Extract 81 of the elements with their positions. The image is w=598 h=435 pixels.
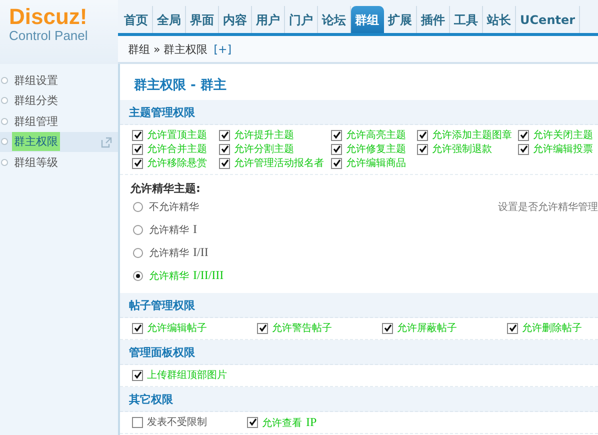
option-label[interactable]: 允许屏蔽帖子 bbox=[397, 321, 457, 335]
option-label[interactable]: 不允许精华 bbox=[149, 200, 199, 214]
nav-tab[interactable]: 群组 bbox=[351, 6, 384, 33]
section-header: 主题管理权限 bbox=[120, 100, 598, 125]
bullet-icon bbox=[1, 138, 8, 146]
checkbox[interactable] bbox=[382, 322, 393, 334]
option-label[interactable]: 允许精华 I/II bbox=[149, 245, 208, 260]
nav-tab[interactable]: 用户 bbox=[252, 6, 285, 33]
option-label[interactable]: 允许警告帖子 bbox=[272, 321, 332, 335]
radio-button[interactable] bbox=[133, 224, 143, 234]
option-label[interactable]: 发表不受限制 bbox=[147, 415, 207, 429]
option-label[interactable]: 允许合并主题 bbox=[147, 142, 207, 156]
checkbox[interactable] bbox=[417, 144, 428, 154]
checkbox[interactable] bbox=[257, 322, 268, 334]
checkbox[interactable] bbox=[247, 416, 258, 428]
radio-button[interactable] bbox=[133, 248, 143, 258]
bullet-icon bbox=[1, 76, 8, 84]
radio-button[interactable] bbox=[133, 202, 143, 212]
checkbox[interactable] bbox=[331, 158, 342, 168]
option-label[interactable]: 允许提升主题 bbox=[234, 128, 294, 142]
field-hint: 设置是否允许精华管理 bbox=[498, 200, 598, 214]
section-header: 管理面板权限 bbox=[120, 340, 598, 365]
nav-tab[interactable]: 插件 bbox=[417, 6, 450, 33]
option-label[interactable]: 允许移除悬赏 bbox=[147, 156, 207, 170]
option-label[interactable]: 允许查看 IP bbox=[262, 414, 317, 430]
checkbox[interactable] bbox=[132, 370, 143, 380]
nav-tab[interactable]: 工具 bbox=[450, 6, 483, 33]
section-header: 其它权限 bbox=[120, 387, 598, 412]
option-label[interactable]: 允许管理活动报名者 bbox=[234, 156, 324, 170]
checkbox[interactable] bbox=[518, 130, 529, 140]
option-label[interactable]: 允许分割主题 bbox=[234, 142, 294, 156]
checkbox[interactable] bbox=[219, 158, 230, 168]
checkbox[interactable] bbox=[331, 144, 342, 154]
option-label[interactable]: 允许编辑投票 bbox=[533, 142, 593, 156]
checkbox[interactable] bbox=[219, 130, 230, 140]
sidebar-item[interactable]: 群组分类 bbox=[12, 91, 60, 110]
brand-logo: Discuz! bbox=[9, 6, 88, 28]
sidebar-item[interactable]: 群组等级 bbox=[12, 152, 60, 172]
checkbox[interactable] bbox=[507, 322, 518, 334]
checkbox[interactable] bbox=[132, 144, 143, 154]
option-label[interactable]: 允许修复主题 bbox=[346, 142, 406, 156]
option-label[interactable]: 允许精华 I bbox=[149, 222, 197, 237]
nav-tab[interactable]: 内容 bbox=[219, 6, 252, 33]
checkbox[interactable] bbox=[132, 158, 143, 168]
nav-tab[interactable]: 首页 bbox=[120, 6, 153, 33]
checkbox[interactable] bbox=[132, 130, 143, 140]
nav-tab[interactable]: 界面 bbox=[186, 6, 219, 33]
section-header: 帖子管理权限 bbox=[120, 293, 598, 318]
page-title: 群主权限 - 群主 bbox=[133, 76, 228, 95]
sidebar-item[interactable]: 群组管理 bbox=[12, 112, 60, 131]
option-label[interactable]: 允许删除帖子 bbox=[522, 321, 582, 335]
option-label[interactable]: 允许关闭主题 bbox=[533, 128, 593, 142]
breadcrumb: 群组 » 群主权限 bbox=[128, 42, 208, 56]
nav-tab[interactable]: 扩展 bbox=[384, 6, 417, 33]
logo-subtitle: Control Panel bbox=[9, 28, 89, 44]
nav-tab[interactable]: 站长 bbox=[483, 6, 516, 33]
bullet-icon bbox=[1, 118, 8, 125]
nav-tab[interactable]: UCenter bbox=[516, 6, 580, 33]
nav-tab[interactable]: 门户 bbox=[285, 6, 318, 33]
checkbox[interactable] bbox=[518, 144, 529, 154]
radio-button[interactable] bbox=[133, 270, 143, 280]
option-label[interactable]: 允许编辑帖子 bbox=[147, 321, 207, 335]
checkbox[interactable] bbox=[417, 130, 428, 140]
checkbox[interactable] bbox=[132, 322, 143, 334]
add-link[interactable]: [+] bbox=[214, 42, 232, 56]
option-label[interactable]: 允许强制退款 bbox=[432, 142, 492, 156]
option-label[interactable]: 允许精华 I/II/III bbox=[149, 268, 224, 283]
option-label[interactable]: 上传群组顶部图片 bbox=[147, 368, 227, 382]
nav-tab[interactable]: 全局 bbox=[153, 6, 186, 33]
option-label[interactable]: 允许添加主题图章 bbox=[432, 128, 512, 142]
sidebar-item[interactable]: 群主权限 bbox=[12, 132, 60, 152]
checkbox[interactable] bbox=[132, 416, 143, 428]
option-label[interactable]: 允许编辑商品 bbox=[346, 156, 406, 170]
bullet-icon bbox=[1, 97, 8, 104]
bullet-icon bbox=[1, 158, 8, 166]
checkbox[interactable] bbox=[331, 130, 342, 140]
checkbox[interactable] bbox=[219, 144, 230, 154]
sidebar-item[interactable]: 群组设置 bbox=[12, 70, 60, 90]
option-label[interactable]: 允许高亮主题 bbox=[346, 128, 406, 142]
option-label[interactable]: 允许置顶主题 bbox=[147, 128, 207, 142]
field-label: 允许精华主题: bbox=[130, 181, 202, 195]
